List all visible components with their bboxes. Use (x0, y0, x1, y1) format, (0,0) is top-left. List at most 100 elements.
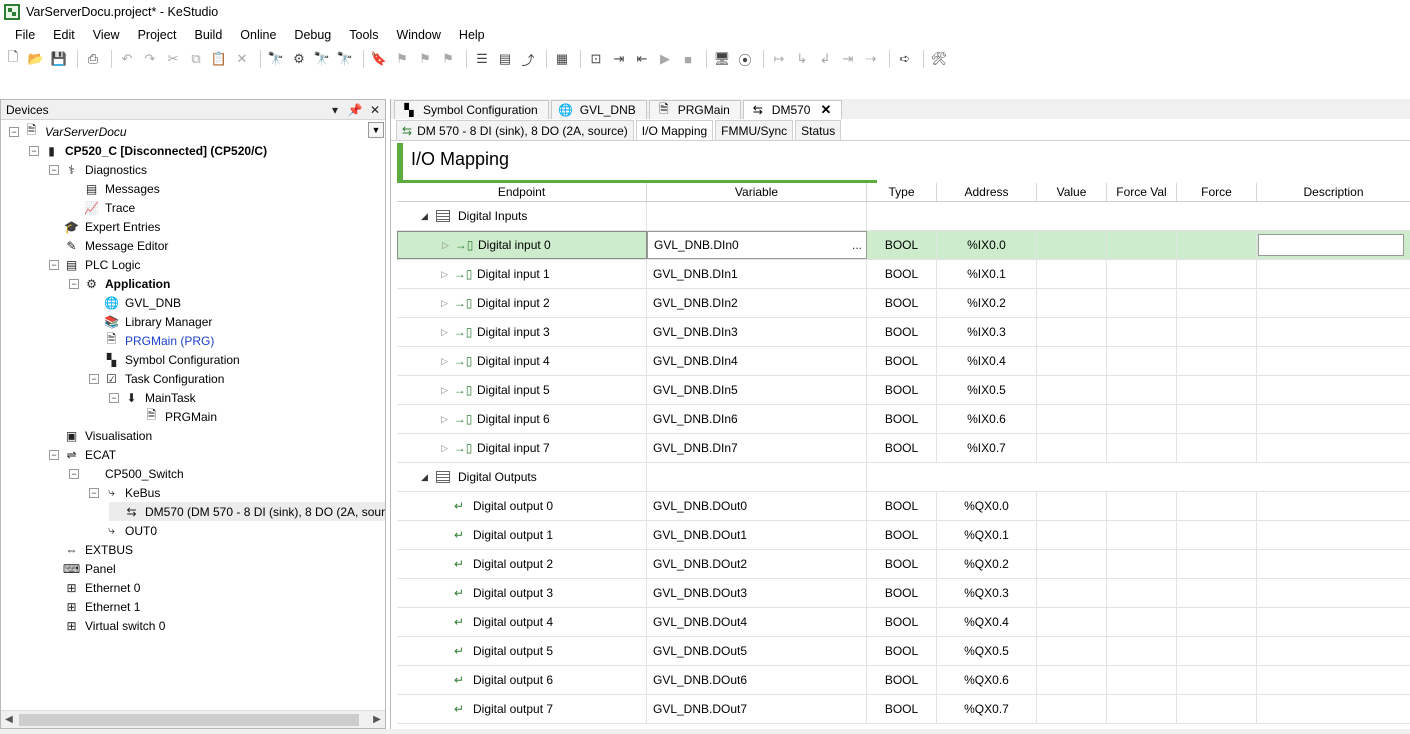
description-cell[interactable] (1257, 318, 1410, 346)
monitor-icon[interactable]: 🖥 (712, 49, 732, 69)
tree-item[interactable]: − ▤ PLC Logic (49, 255, 140, 274)
redo-icon[interactable]: ↷ (140, 49, 160, 69)
tree-item[interactable]: ⊞ Ethernet 0 (49, 578, 140, 597)
description-cell[interactable] (1257, 492, 1410, 520)
force-cell[interactable] (1177, 260, 1257, 288)
undo-icon[interactable]: ↶ (117, 49, 137, 69)
variable-cell[interactable]: GVL_DNB.DIn2 (647, 289, 867, 317)
expand-icon[interactable]: ▷ (441, 327, 451, 338)
force-value-cell[interactable] (1107, 231, 1177, 259)
force-cell[interactable] (1177, 289, 1257, 317)
force-value-cell[interactable] (1107, 318, 1177, 346)
variable-cell[interactable]: GVL_DNB.DOut7 (647, 695, 867, 723)
collapse-icon[interactable]: − (29, 145, 39, 156)
tab-gvl-dnb[interactable]: 🌐 GVL_DNB (550, 100, 647, 119)
variable-cell[interactable]: GVL_DNB.DIn3 (647, 318, 867, 346)
column-header-variable[interactable]: Variable (647, 183, 867, 201)
find-replace-icon[interactable]: ⚙ (289, 49, 309, 69)
force-value-cell[interactable] (1107, 579, 1177, 607)
force-value-cell[interactable] (1107, 637, 1177, 665)
tab-symbol-configuration[interactable]: ▚ Symbol Configuration (394, 100, 549, 119)
description-cell[interactable] (1257, 405, 1410, 433)
menu-project[interactable]: Project (129, 25, 186, 45)
force-cell[interactable] (1177, 434, 1257, 462)
find-icon[interactable]: 🔭 (266, 49, 286, 69)
subtab-fmmu-sync[interactable]: FMMU/Sync (715, 120, 794, 140)
cut-icon[interactable]: ✂ (163, 49, 183, 69)
variable-cell[interactable]: GVL_DNB.DOut4 (647, 608, 867, 636)
subtab-status[interactable]: Status (795, 120, 842, 140)
menu-build[interactable]: Build (185, 25, 231, 45)
column-header-value[interactable]: Value (1037, 183, 1107, 201)
force-cell[interactable] (1177, 318, 1257, 346)
bookmark-prev-icon[interactable]: ⚑ (415, 49, 435, 69)
expand-icon[interactable]: ▷ (441, 269, 451, 280)
save-icon[interactable]: 💾 (49, 49, 69, 69)
io-channel-row[interactable]: ▷ →▯ Digital input 5 GVL_DNB.DIn5 BOOL %IX0.5 (397, 376, 1410, 405)
description-input[interactable] (1258, 234, 1404, 256)
force-cell[interactable] (1177, 521, 1257, 549)
tree-item[interactable]: − ⬇ MainTask (109, 388, 196, 407)
collapse-icon[interactable]: ◢ (421, 211, 431, 222)
force-cell[interactable] (1177, 550, 1257, 578)
io-channel-row[interactable]: ▷ →▯ Digital input 1 GVL_DNB.DIn1 BOOL %IX0.1 (397, 260, 1410, 289)
tree-item[interactable]: ⊞ Ethernet 1 (49, 597, 140, 616)
tab-dm570[interactable]: ⇆ DM570 ✕ (742, 100, 843, 119)
tree-item[interactable]: − ⇌ ECAT (49, 445, 116, 464)
io-channel-row[interactable]: ↵ Digital output 5 GVL_DNB.DOut5 BOOL %QX0.5 (397, 637, 1410, 666)
description-cell[interactable] (1257, 231, 1410, 259)
value-cell[interactable] (1037, 260, 1107, 288)
collapse-icon[interactable]: − (49, 449, 59, 460)
io-channel-row[interactable]: ▷ →▯ Digital input 2 GVL_DNB.DIn2 BOOL %IX0.2 (397, 289, 1410, 318)
variable-cell[interactable]: GVL_DNB.DOut1 (647, 521, 867, 549)
force-value-cell[interactable] (1107, 434, 1177, 462)
stop-icon[interactable]: ■ (678, 49, 698, 69)
io-channel-row[interactable]: ▷ →▯ Digital input 3 GVL_DNB.DIn3 BOOL %IX0.3 (397, 318, 1410, 347)
column-header-type[interactable]: Type (867, 183, 937, 201)
description-cell[interactable] (1257, 695, 1410, 723)
collapse-icon[interactable]: − (9, 126, 19, 137)
find-next-icon[interactable]: 🔭 (312, 49, 332, 69)
column-header-force-val[interactable]: Force Val (1107, 183, 1177, 201)
new-icon[interactable]: 🗋 (3, 49, 23, 69)
force-cell[interactable] (1177, 579, 1257, 607)
value-cell[interactable] (1037, 405, 1107, 433)
tree-item[interactable]: ▤ Messages (69, 179, 160, 198)
force-cell[interactable] (1177, 695, 1257, 723)
io-channel-row[interactable]: ▷ →▯ Digital input 7 GVL_DNB.DIn7 BOOL %IX0.7 (397, 434, 1410, 463)
description-cell[interactable] (1257, 637, 1410, 665)
io-channel-row[interactable]: ↵ Digital output 3 GVL_DNB.DOut3 BOOL %QX0.3 (397, 579, 1410, 608)
description-cell[interactable] (1257, 521, 1410, 549)
logout-icon[interactable]: ⇥ (609, 49, 629, 69)
value-cell[interactable] (1037, 608, 1107, 636)
description-cell[interactable] (1257, 289, 1410, 317)
scroll-right-icon[interactable]: ▶ (369, 714, 385, 725)
tree-item[interactable]: − ⚙ Application (69, 274, 170, 293)
variable-cell[interactable]: GVL_DNB.DIn7 (647, 434, 867, 462)
io-channel-row[interactable]: ↵ Digital output 6 GVL_DNB.DOut6 BOOL %QX0.6 (397, 666, 1410, 695)
column-header-description[interactable]: Description (1257, 183, 1410, 201)
value-cell[interactable] (1037, 492, 1107, 520)
tree-item[interactable]: ✎ Message Editor (49, 236, 168, 255)
force-value-cell[interactable] (1107, 289, 1177, 317)
paste-icon[interactable]: 📋 (209, 49, 229, 69)
close-icon[interactable]: ✕ (820, 102, 831, 118)
subtab-dm-570-8-di-sink-8-do-2a-source[interactable]: ⇆ DM 570 - 8 DI (sink), 8 DO (2A, source) (396, 120, 634, 140)
force-cell[interactable] (1177, 608, 1257, 636)
pin-icon[interactable]: 📌 (345, 103, 365, 117)
collapse-icon[interactable]: − (49, 259, 59, 270)
menu-tools[interactable]: Tools (340, 25, 387, 45)
description-cell[interactable] (1257, 376, 1410, 404)
menu-file[interactable]: File (6, 25, 44, 45)
variable-cell[interactable]: GVL_DNB.DOut5 (647, 637, 867, 665)
close-panel-icon[interactable]: ✕ (365, 103, 385, 117)
tree-item[interactable]: ▚ Symbol Configuration (89, 350, 240, 369)
value-cell[interactable] (1037, 231, 1107, 259)
description-cell[interactable] (1257, 434, 1410, 462)
value-cell[interactable] (1037, 289, 1107, 317)
chevron-down-icon[interactable]: ▼ (368, 122, 384, 138)
force-cell[interactable] (1177, 405, 1257, 433)
value-cell[interactable] (1037, 550, 1107, 578)
value-cell[interactable] (1037, 347, 1107, 375)
tree-item[interactable]: ⊞ Virtual switch 0 (49, 616, 165, 635)
